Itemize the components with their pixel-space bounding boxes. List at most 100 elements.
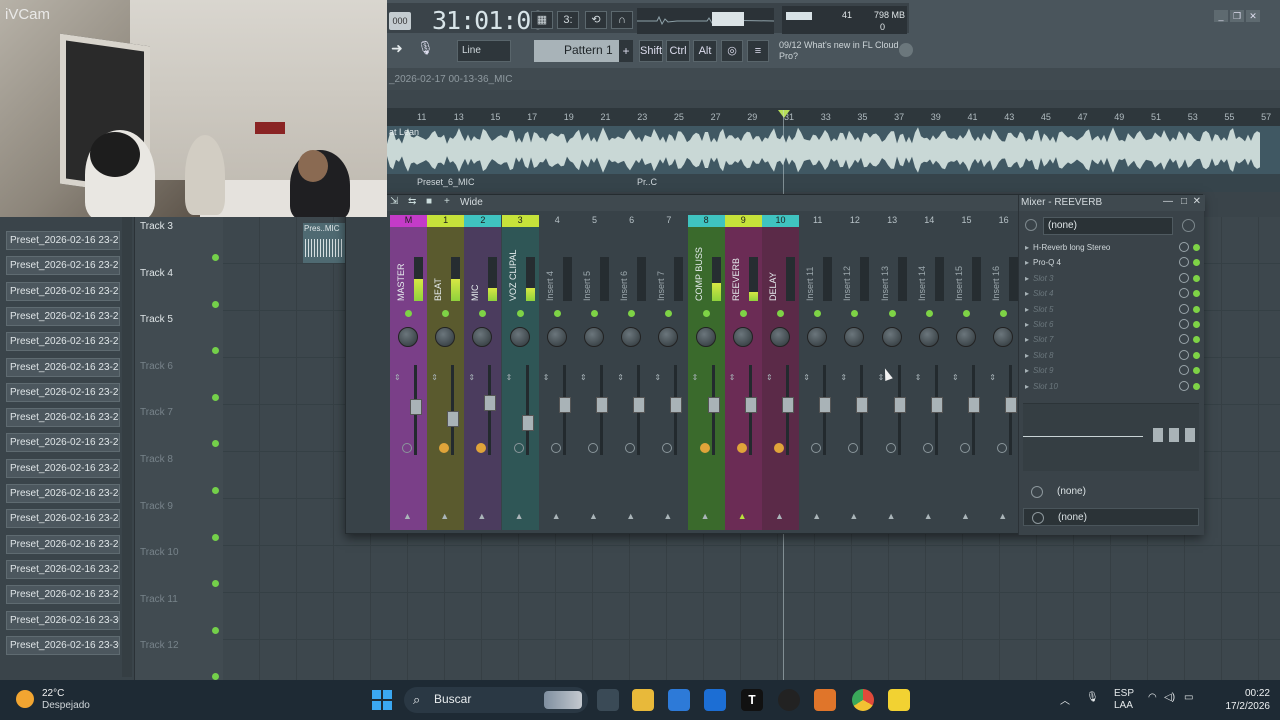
slot-enable-led[interactable]	[1193, 336, 1200, 344]
effect-preset-select[interactable]: (none)	[1043, 217, 1173, 235]
effect-slot[interactable]: ▸ Slot 6	[1025, 319, 1201, 333]
mix-knob[interactable]	[1179, 349, 1189, 360]
send-knob[interactable]	[885, 443, 896, 453]
track-mute-led[interactable]	[212, 440, 219, 448]
strip-enable-led[interactable]	[405, 310, 412, 317]
mixer-strip[interactable]: 16 Insert 16 ⇕ ▲	[985, 215, 1022, 530]
expand-icon[interactable]: ▸	[1025, 258, 1029, 267]
mixer-strip[interactable]: 12 Insert 12 ⇕ ▲	[836, 215, 873, 530]
pan-knob[interactable]	[398, 327, 418, 347]
mixer-strip[interactable]: 14 Insert 14 ⇕ ▲	[911, 215, 948, 530]
stereo-icon[interactable]: ⇕	[543, 373, 550, 382]
fl-studio-icon[interactable]	[814, 689, 836, 711]
mixer-strip[interactable]: 1 BEAT ⇕ ▲	[427, 215, 465, 530]
outlook-icon[interactable]	[704, 689, 726, 711]
plugin-picker-icon[interactable]: ◎	[721, 40, 743, 62]
language-code[interactable]: ESP	[1114, 688, 1134, 699]
maximize-icon[interactable]: □	[1181, 196, 1187, 207]
mixer-strip[interactable]: 9 REEVERB ⇕ ▲	[724, 215, 762, 530]
eq-slider[interactable]	[1169, 428, 1179, 442]
file-explorer-icon[interactable]	[632, 689, 654, 711]
close-icon[interactable]: ✕	[1193, 196, 1201, 207]
strip-enable-led[interactable]	[516, 310, 524, 317]
mix-knob[interactable]	[1179, 365, 1189, 376]
track-label[interactable]: Track 9	[140, 501, 173, 512]
preset-item[interactable]: Preset_2026-02-16 23-23...	[6, 382, 120, 402]
track-mute-led[interactable]	[212, 626, 219, 634]
expand-icon[interactable]: ▸	[1025, 335, 1029, 344]
stereo-icon[interactable]: ⇕	[394, 373, 401, 382]
route-arrow-icon[interactable]: ▲	[775, 511, 784, 521]
mix-knob[interactable]	[1179, 380, 1189, 391]
pan-knob[interactable]	[695, 327, 716, 347]
mixer-strip[interactable]: 15 Insert 15 ⇕ ▲	[948, 215, 985, 530]
send-knob[interactable]	[736, 443, 747, 453]
pan-knob[interactable]	[844, 327, 865, 347]
send-knob[interactable]	[960, 443, 970, 453]
effect-slot[interactable]: ▸ Slot 10	[1025, 380, 1201, 395]
pan-knob[interactable]	[584, 327, 604, 347]
arrow-icon[interactable]: ⇲	[390, 196, 398, 207]
route-arrow-icon[interactable]: ▲	[477, 511, 486, 521]
volume-fader[interactable]	[596, 397, 608, 413]
track-label[interactable]: Track 5	[140, 314, 173, 325]
volume-fader[interactable]	[1005, 397, 1018, 413]
strip-enable-led[interactable]	[665, 310, 673, 317]
route-arrow-icon[interactable]: ▲	[589, 511, 598, 521]
strip-name[interactable]: MASTER	[396, 231, 410, 301]
send-knob[interactable]	[699, 443, 710, 453]
preset-item[interactable]: Preset_2026-02-16 23-30...	[6, 635, 120, 655]
tempo-icon[interactable]: 3:	[557, 11, 579, 29]
volume-fader[interactable]	[558, 397, 571, 413]
link-icon[interactable]: ⇆	[408, 196, 416, 207]
send-knob[interactable]	[997, 443, 1008, 453]
pan-knob[interactable]	[732, 327, 753, 347]
volume-fader[interactable]	[707, 397, 720, 413]
strip-name[interactable]: Insert 5	[582, 231, 596, 301]
effect-slot[interactable]: ▸ Pro-Q 4	[1025, 257, 1201, 271]
stereo-icon[interactable]: ⇕	[506, 373, 513, 382]
track-mute-led[interactable]	[212, 393, 219, 401]
view-mode[interactable]: Wide	[460, 197, 483, 208]
eq-slider[interactable]	[1153, 428, 1163, 442]
send-knob[interactable]	[811, 443, 822, 453]
windows-start-icon[interactable]	[372, 690, 392, 710]
volume-fader[interactable]	[856, 397, 869, 413]
stereo-icon[interactable]: ⇕	[580, 373, 587, 382]
track-label[interactable]: Track 4	[140, 268, 173, 279]
track-mute-led[interactable]	[212, 580, 219, 588]
browser-scrollbar[interactable]	[122, 217, 132, 677]
strip-name[interactable]: Insert 15	[954, 231, 968, 301]
preset-item[interactable]: Preset_2026-02-16 23-24...	[6, 458, 120, 478]
mix-knob[interactable]	[1179, 319, 1189, 329]
slot-enable-led[interactable]	[1193, 321, 1200, 328]
track-mute-led[interactable]	[212, 254, 219, 261]
mixer-strip[interactable]: 10 DELAY ⇕ ▲	[762, 215, 799, 530]
preset-item[interactable]: Preset_2026-02-16 23-30...	[6, 610, 120, 630]
cpu-monitor[interactable]: 41 798 MB 0	[782, 6, 907, 34]
mixer-strip[interactable]: 5 Insert 5 ⇕ ▲	[576, 215, 613, 530]
strip-name[interactable]: Insert 4	[545, 231, 559, 301]
track-label[interactable]: Track 6	[140, 361, 173, 372]
preset-item[interactable]: Preset_2026-02-16 23-22...	[6, 332, 120, 352]
strip-enable-led[interactable]	[814, 310, 822, 317]
piano-icon[interactable]: ▦	[531, 11, 553, 29]
expand-icon[interactable]: ▸	[1025, 382, 1029, 391]
pan-knob[interactable]	[435, 327, 456, 347]
stereo-icon[interactable]: ⇕	[729, 373, 736, 382]
preset-item[interactable]: Preset_2026-02-16 23-22...	[6, 281, 120, 301]
strip-enable-led[interactable]	[888, 310, 896, 317]
route-arrow-icon[interactable]: ▲	[738, 511, 747, 521]
strip-name[interactable]: VOZ CLIPAL	[508, 231, 522, 301]
alt-key-button[interactable]: Alt	[693, 40, 717, 62]
mixer-strip[interactable]: 3 VOZ CLIPAL ⇕ ▲	[501, 215, 539, 530]
track-mute-led[interactable]	[212, 487, 219, 494]
strip-name[interactable]: Insert 7	[656, 231, 670, 301]
add-pattern-button[interactable]: +	[619, 40, 633, 62]
volume-fader[interactable]	[782, 397, 794, 413]
news-panel[interactable]: 09/12 What's new in FL Cloud Pro?	[779, 40, 899, 62]
strip-name[interactable]: Insert 6	[619, 231, 633, 301]
send-knob[interactable]	[922, 443, 933, 453]
notes-icon[interactable]	[888, 689, 910, 711]
slot-enable-led[interactable]	[1193, 351, 1200, 359]
